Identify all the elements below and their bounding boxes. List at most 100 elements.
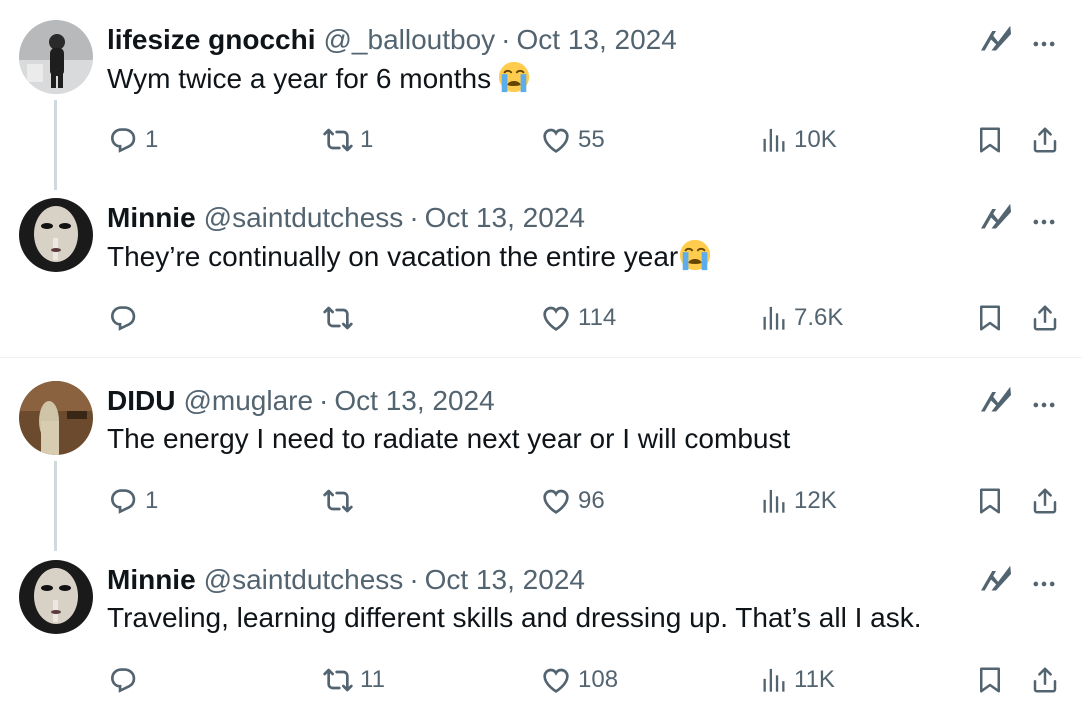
retweet-icon [322,485,354,517]
tweet-text: They’re continually on vacation the enti… [107,238,712,275]
share-icon [1030,486,1060,516]
share-button[interactable] [1030,481,1060,521]
timestamp[interactable]: Oct 13, 2024 [334,385,494,417]
loudly-crying-face-icon [497,60,531,94]
tweet-text: The energy I need to radiate next year o… [107,421,790,457]
reply-button[interactable] [107,298,145,338]
username[interactable]: @saintdutchess [204,202,404,234]
tweet-text-content: Traveling, learning different skills and… [107,602,922,633]
action-bar: 1 1 55 10K [0,120,1082,160]
grok-icon[interactable] [978,383,1014,419]
like-button[interactable]: 55 [540,120,605,160]
bookmark-button[interactable] [975,660,1005,700]
tweet-header: lifesize gnocchi @_balloutboy · Oct 13, … [107,20,677,60]
views-icon [760,126,788,154]
reply-button[interactable]: 1 [107,481,158,521]
timestamp[interactable]: Oct 13, 2024 [516,24,676,56]
like-button[interactable]: 108 [540,660,618,700]
action-bar: 114 7.6K [0,298,1082,338]
reply-count: 1 [145,126,159,153]
reply-button[interactable]: 1 [107,120,158,160]
like-icon [540,302,572,334]
repost-button[interactable]: 11 [322,660,385,700]
tweet-text: Traveling, learning different skills and… [107,600,922,636]
tweet[interactable]: Minnie @saintdutchess · Oct 13, 2024 Tra… [0,560,1082,710]
tweet-text-content: The energy I need to radiate next year o… [107,423,791,454]
bookmark-button[interactable] [975,298,1005,338]
tweet[interactable]: Minnie @saintdutchess · Oct 13, 2024 The… [0,198,1082,348]
share-button[interactable] [1030,120,1060,160]
tweet[interactable]: lifesize gnocchi @_balloutboy · Oct 13, … [0,20,1082,190]
grok-icon[interactable] [978,562,1014,598]
tweet-text-content: Wym twice a year for 6 months [107,63,492,94]
repost-button[interactable] [322,298,360,338]
share-icon [1030,303,1060,333]
display-name[interactable]: lifesize gnocchi [107,24,316,56]
share-icon [1030,125,1060,155]
grok-icon[interactable] [978,22,1014,58]
grok-icon[interactable] [978,200,1014,236]
display-name[interactable]: Minnie [107,564,196,596]
repost-count: 11 [360,666,385,693]
reply-icon [107,485,139,517]
reply-icon [107,664,139,696]
views-icon [760,666,788,694]
display-name[interactable]: DIDU [107,385,175,417]
avatar[interactable] [19,560,93,634]
views-icon [760,487,788,515]
timestamp[interactable]: Oct 13, 2024 [425,564,585,596]
separator: · [319,385,329,416]
views-button[interactable]: 11K [760,660,835,700]
more-icon[interactable] [1030,208,1058,236]
bookmark-button[interactable] [975,481,1005,521]
tweet-header: Minnie @saintdutchess · Oct 13, 2024 [107,560,585,600]
tweet-header: DIDU @muglare · Oct 13, 2024 [107,381,495,421]
tweet[interactable]: DIDU @muglare · Oct 13, 2024 The energy … [0,381,1082,551]
bookmark-icon [975,665,1005,695]
view-count: 11K [794,666,835,693]
bookmark-button[interactable] [975,120,1005,160]
timestamp[interactable]: Oct 13, 2024 [425,202,585,234]
views-button[interactable]: 10K [760,120,837,160]
username[interactable]: @muglare [183,385,313,417]
username[interactable]: @_balloutboy [324,24,496,56]
like-button[interactable]: 96 [540,481,605,521]
bookmark-icon [975,125,1005,155]
tweet-header: Minnie @saintdutchess · Oct 13, 2024 [107,198,585,238]
display-name[interactable]: Minnie [107,202,196,234]
reply-icon [107,124,139,156]
retweet-icon [322,664,354,696]
reply-count: 1 [145,487,159,514]
views-button[interactable]: 12K [760,481,837,521]
share-icon [1030,665,1060,695]
like-count: 55 [578,126,605,153]
reply-button[interactable] [107,660,145,700]
views-button[interactable]: 7.6K [760,298,843,338]
view-count: 12K [794,487,837,514]
separator: · [409,564,419,595]
reply-icon [107,302,139,334]
tweet-text-content: They’re continually on vacation the enti… [107,241,679,272]
username[interactable]: @saintdutchess [204,564,404,596]
share-button[interactable] [1030,660,1060,700]
avatar[interactable] [19,381,93,455]
like-button[interactable]: 114 [540,298,616,338]
action-bar: 1 96 12K [0,481,1082,521]
separator: · [501,24,511,55]
more-icon[interactable] [1030,391,1058,419]
like-count: 96 [578,487,605,514]
share-button[interactable] [1030,298,1060,338]
more-icon[interactable] [1030,30,1058,58]
retweet-icon [322,124,354,156]
avatar[interactable] [19,20,93,94]
view-count: 7.6K [794,304,844,331]
view-count: 10K [794,126,837,153]
like-icon [540,485,572,517]
retweet-icon [322,302,354,334]
repost-button[interactable]: 1 [322,120,373,160]
avatar[interactable] [19,198,93,272]
more-icon[interactable] [1030,570,1058,598]
bookmark-icon [975,303,1005,333]
repost-button[interactable] [322,481,360,521]
like-count: 108 [578,666,619,693]
